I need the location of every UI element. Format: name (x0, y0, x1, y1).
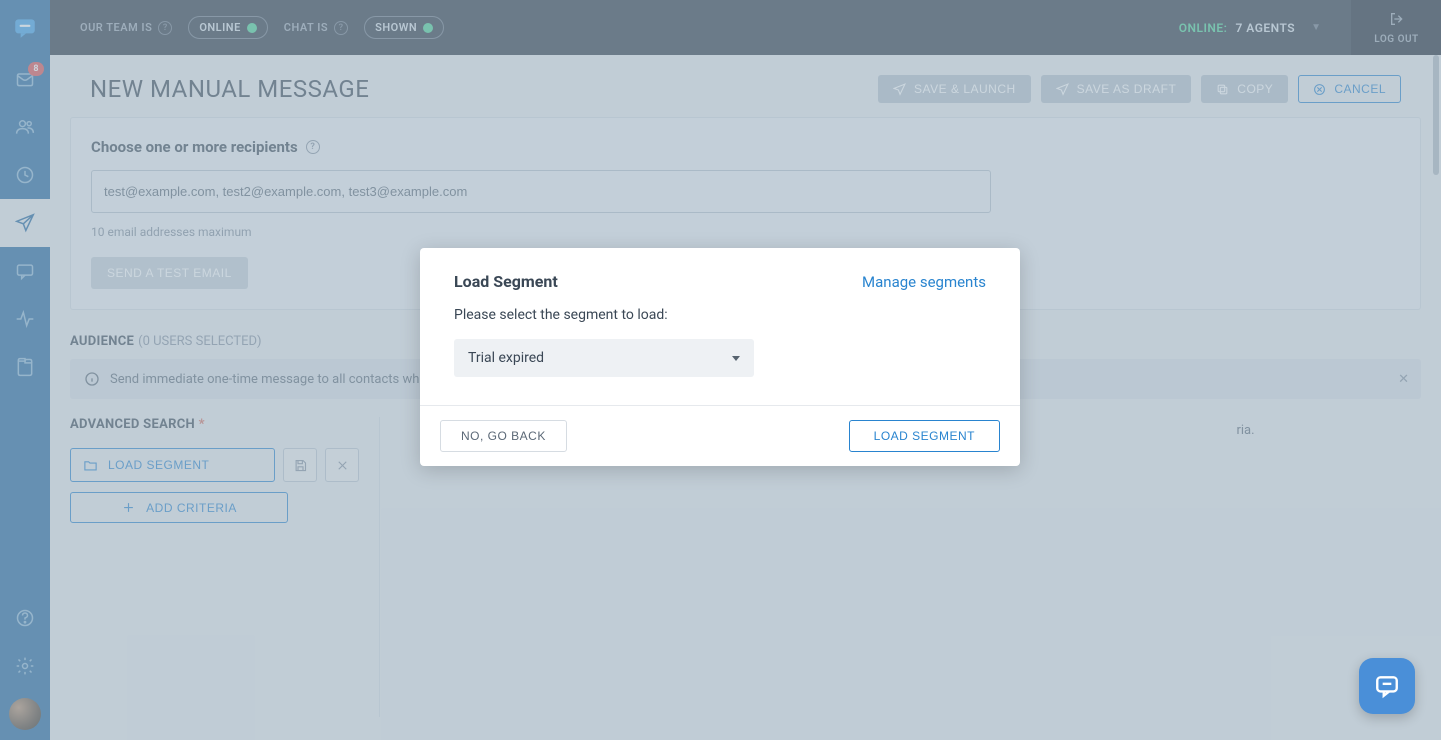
modal-prompt: Please select the segment to load: (454, 307, 986, 323)
modal-title: Load Segment (454, 272, 558, 291)
chevron-down-icon (732, 356, 740, 361)
modal-cancel-button[interactable]: NO, GO BACK (440, 420, 567, 452)
segment-selected-value: Trial expired (468, 350, 544, 366)
modal-confirm-button[interactable]: LOAD SEGMENT (849, 420, 1000, 452)
segment-select[interactable]: Trial expired (454, 339, 754, 377)
chat-fab[interactable] (1359, 658, 1415, 714)
manage-segments-link[interactable]: Manage segments (862, 273, 986, 291)
load-segment-modal: Load Segment Manage segments Please sele… (420, 248, 1020, 466)
